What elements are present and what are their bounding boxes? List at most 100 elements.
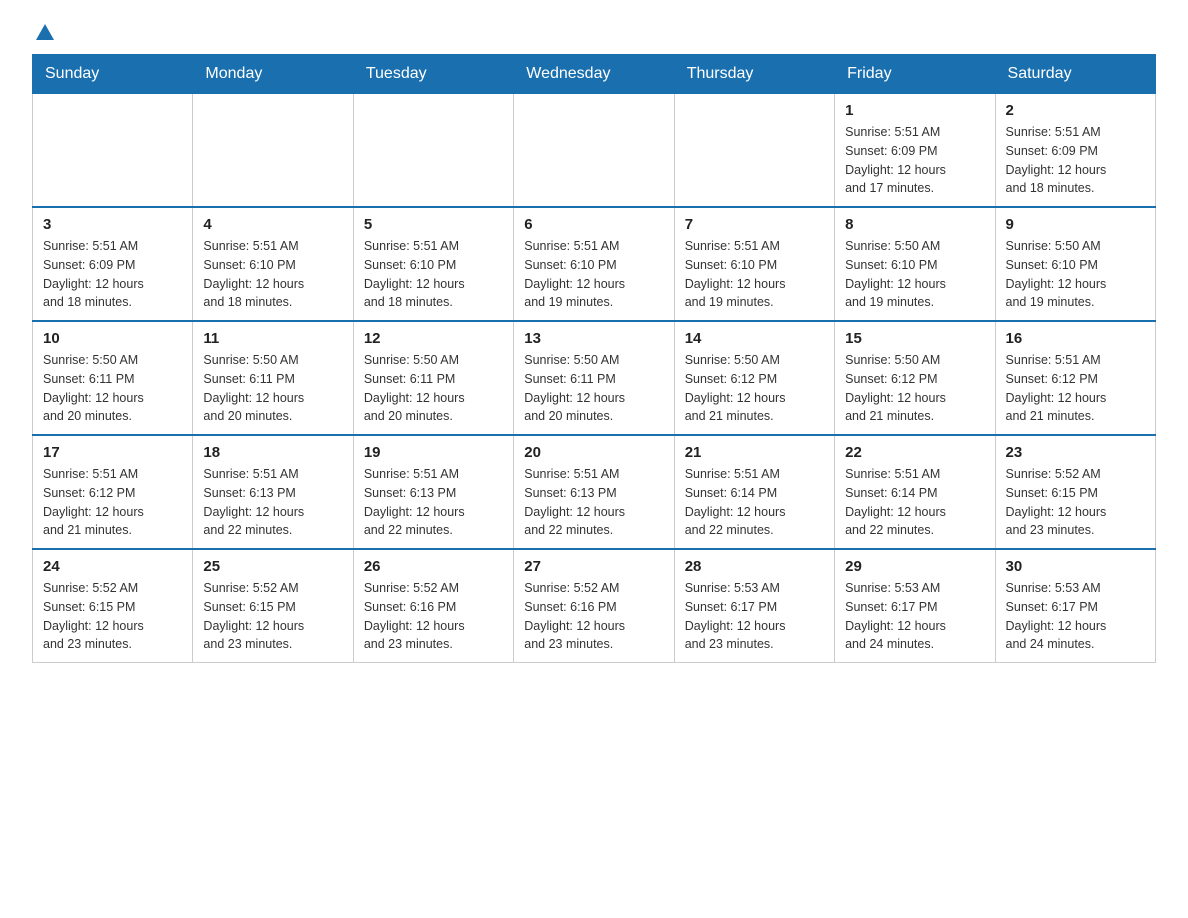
calendar-week-2: 3 Sunrise: 5:51 AM Sunset: 6:09 PM Daylig… — [33, 207, 1156, 321]
day-info: Sunrise: 5:51 AM Sunset: 6:09 PM Dayligh… — [43, 237, 182, 312]
calendar-table: SundayMondayTuesdayWednesdayThursdayFrid… — [32, 54, 1156, 663]
day-info: Sunrise: 5:51 AM Sunset: 6:12 PM Dayligh… — [43, 465, 182, 540]
day-info: Sunrise: 5:52 AM Sunset: 6:15 PM Dayligh… — [203, 579, 342, 654]
day-number: 30 — [1006, 558, 1145, 575]
day-info: Sunrise: 5:53 AM Sunset: 6:17 PM Dayligh… — [685, 579, 824, 654]
day-info: Sunrise: 5:51 AM Sunset: 6:10 PM Dayligh… — [524, 237, 663, 312]
day-info: Sunrise: 5:50 AM Sunset: 6:12 PM Dayligh… — [685, 351, 824, 426]
day-info: Sunrise: 5:52 AM Sunset: 6:16 PM Dayligh… — [524, 579, 663, 654]
day-info: Sunrise: 5:51 AM Sunset: 6:13 PM Dayligh… — [524, 465, 663, 540]
calendar-week-4: 17Sunrise: 5:51 AM Sunset: 6:12 PM Dayli… — [33, 435, 1156, 549]
day-number: 20 — [524, 444, 663, 461]
day-info: Sunrise: 5:50 AM Sunset: 6:10 PM Dayligh… — [845, 237, 984, 312]
day-info: Sunrise: 5:50 AM Sunset: 6:11 PM Dayligh… — [203, 351, 342, 426]
day-number: 19 — [364, 444, 503, 461]
calendar-cell: 15Sunrise: 5:50 AM Sunset: 6:12 PM Dayli… — [835, 321, 995, 435]
weekday-header-saturday: Saturday — [995, 55, 1155, 94]
day-number: 14 — [685, 330, 824, 347]
calendar-cell — [674, 94, 834, 208]
day-number: 8 — [845, 216, 984, 233]
day-number: 13 — [524, 330, 663, 347]
day-info: Sunrise: 5:53 AM Sunset: 6:17 PM Dayligh… — [1006, 579, 1145, 654]
weekday-header-thursday: Thursday — [674, 55, 834, 94]
weekday-header-sunday: Sunday — [33, 55, 193, 94]
calendar-week-1: 1 Sunrise: 5:51 AM Sunset: 6:09 PM Daylig… — [33, 94, 1156, 208]
day-number: 16 — [1006, 330, 1145, 347]
calendar-cell: 24 Sunrise: 5:52 AM Sunset: 6:15 PM Dayli… — [33, 549, 193, 663]
day-number: 12 — [364, 330, 503, 347]
day-info: Sunrise: 5:51 AM Sunset: 6:14 PM Dayligh… — [685, 465, 824, 540]
calendar-header-row: SundayMondayTuesdayWednesdayThursdayFrid… — [33, 55, 1156, 94]
page-header — [32, 24, 1156, 44]
day-number: 26 — [364, 558, 503, 575]
calendar-cell: 6Sunrise: 5:51 AM Sunset: 6:10 PM Daylig… — [514, 207, 674, 321]
calendar-cell: 11 Sunrise: 5:50 AM Sunset: 6:11 PM Dayli… — [193, 321, 353, 435]
calendar-cell: 16Sunrise: 5:51 AM Sunset: 6:12 PM Dayli… — [995, 321, 1155, 435]
calendar-cell: 27 Sunrise: 5:52 AM Sunset: 6:16 PM Dayli… — [514, 549, 674, 663]
calendar-week-5: 24 Sunrise: 5:52 AM Sunset: 6:15 PM Dayli… — [33, 549, 1156, 663]
calendar-cell: 25 Sunrise: 5:52 AM Sunset: 6:15 PM Dayli… — [193, 549, 353, 663]
day-number: 18 — [203, 444, 342, 461]
day-number: 27 — [524, 558, 663, 575]
calendar-cell: 26 Sunrise: 5:52 AM Sunset: 6:16 PM Dayli… — [353, 549, 513, 663]
day-info: Sunrise: 5:52 AM Sunset: 6:16 PM Dayligh… — [364, 579, 503, 654]
calendar-cell: 10 Sunrise: 5:50 AM Sunset: 6:11 PM Dayli… — [33, 321, 193, 435]
logo — [32, 24, 88, 44]
calendar-cell: 18 Sunrise: 5:51 AM Sunset: 6:13 PM Dayli… — [193, 435, 353, 549]
calendar-cell: 22 Sunrise: 5:51 AM Sunset: 6:14 PM Dayli… — [835, 435, 995, 549]
day-number: 23 — [1006, 444, 1145, 461]
day-info: Sunrise: 5:51 AM Sunset: 6:10 PM Dayligh… — [364, 237, 503, 312]
day-number: 29 — [845, 558, 984, 575]
day-number: 10 — [43, 330, 182, 347]
day-number: 25 — [203, 558, 342, 575]
calendar-cell: 28 Sunrise: 5:53 AM Sunset: 6:17 PM Dayli… — [674, 549, 834, 663]
day-info: Sunrise: 5:52 AM Sunset: 6:15 PM Dayligh… — [1006, 465, 1145, 540]
calendar-cell: 5 Sunrise: 5:51 AM Sunset: 6:10 PM Daylig… — [353, 207, 513, 321]
calendar-cell: 2 Sunrise: 5:51 AM Sunset: 6:09 PM Daylig… — [995, 94, 1155, 208]
calendar-cell: 3 Sunrise: 5:51 AM Sunset: 6:09 PM Daylig… — [33, 207, 193, 321]
calendar-cell: 21 Sunrise: 5:51 AM Sunset: 6:14 PM Dayli… — [674, 435, 834, 549]
day-info: Sunrise: 5:51 AM Sunset: 6:14 PM Dayligh… — [845, 465, 984, 540]
calendar-cell: 8 Sunrise: 5:50 AM Sunset: 6:10 PM Daylig… — [835, 207, 995, 321]
day-info: Sunrise: 5:51 AM Sunset: 6:09 PM Dayligh… — [845, 123, 984, 198]
calendar-cell: 12 Sunrise: 5:50 AM Sunset: 6:11 PM Dayli… — [353, 321, 513, 435]
calendar-cell: 14 Sunrise: 5:50 AM Sunset: 6:12 PM Dayli… — [674, 321, 834, 435]
calendar-cell: 23 Sunrise: 5:52 AM Sunset: 6:15 PM Dayli… — [995, 435, 1155, 549]
logo-icon — [34, 22, 56, 44]
calendar-cell: 9Sunrise: 5:50 AM Sunset: 6:10 PM Daylig… — [995, 207, 1155, 321]
day-number: 24 — [43, 558, 182, 575]
calendar-cell: 7Sunrise: 5:51 AM Sunset: 6:10 PM Daylig… — [674, 207, 834, 321]
weekday-header-monday: Monday — [193, 55, 353, 94]
calendar-cell: 20 Sunrise: 5:51 AM Sunset: 6:13 PM Dayli… — [514, 435, 674, 549]
day-number: 22 — [845, 444, 984, 461]
day-number: 5 — [364, 216, 503, 233]
calendar-cell: 17Sunrise: 5:51 AM Sunset: 6:12 PM Dayli… — [33, 435, 193, 549]
day-info: Sunrise: 5:51 AM Sunset: 6:10 PM Dayligh… — [203, 237, 342, 312]
day-info: Sunrise: 5:52 AM Sunset: 6:15 PM Dayligh… — [43, 579, 182, 654]
day-number: 3 — [43, 216, 182, 233]
weekday-header-friday: Friday — [835, 55, 995, 94]
calendar-week-3: 10 Sunrise: 5:50 AM Sunset: 6:11 PM Dayli… — [33, 321, 1156, 435]
day-number: 1 — [845, 102, 984, 119]
day-info: Sunrise: 5:51 AM Sunset: 6:10 PM Dayligh… — [685, 237, 824, 312]
day-info: Sunrise: 5:51 AM Sunset: 6:09 PM Dayligh… — [1006, 123, 1145, 198]
calendar-cell: 19 Sunrise: 5:51 AM Sunset: 6:13 PM Dayli… — [353, 435, 513, 549]
day-number: 21 — [685, 444, 824, 461]
day-number: 2 — [1006, 102, 1145, 119]
day-info: Sunrise: 5:50 AM Sunset: 6:11 PM Dayligh… — [364, 351, 503, 426]
day-info: Sunrise: 5:51 AM Sunset: 6:13 PM Dayligh… — [203, 465, 342, 540]
weekday-header-tuesday: Tuesday — [353, 55, 513, 94]
day-number: 28 — [685, 558, 824, 575]
day-info: Sunrise: 5:50 AM Sunset: 6:11 PM Dayligh… — [524, 351, 663, 426]
day-info: Sunrise: 5:53 AM Sunset: 6:17 PM Dayligh… — [845, 579, 984, 654]
day-number: 11 — [203, 330, 342, 347]
day-info: Sunrise: 5:50 AM Sunset: 6:11 PM Dayligh… — [43, 351, 182, 426]
calendar-cell: 1 Sunrise: 5:51 AM Sunset: 6:09 PM Daylig… — [835, 94, 995, 208]
day-number: 15 — [845, 330, 984, 347]
calendar-cell: 4 Sunrise: 5:51 AM Sunset: 6:10 PM Daylig… — [193, 207, 353, 321]
calendar-cell — [353, 94, 513, 208]
calendar-cell — [514, 94, 674, 208]
day-number: 4 — [203, 216, 342, 233]
day-info: Sunrise: 5:51 AM Sunset: 6:13 PM Dayligh… — [364, 465, 503, 540]
day-info: Sunrise: 5:50 AM Sunset: 6:10 PM Dayligh… — [1006, 237, 1145, 312]
